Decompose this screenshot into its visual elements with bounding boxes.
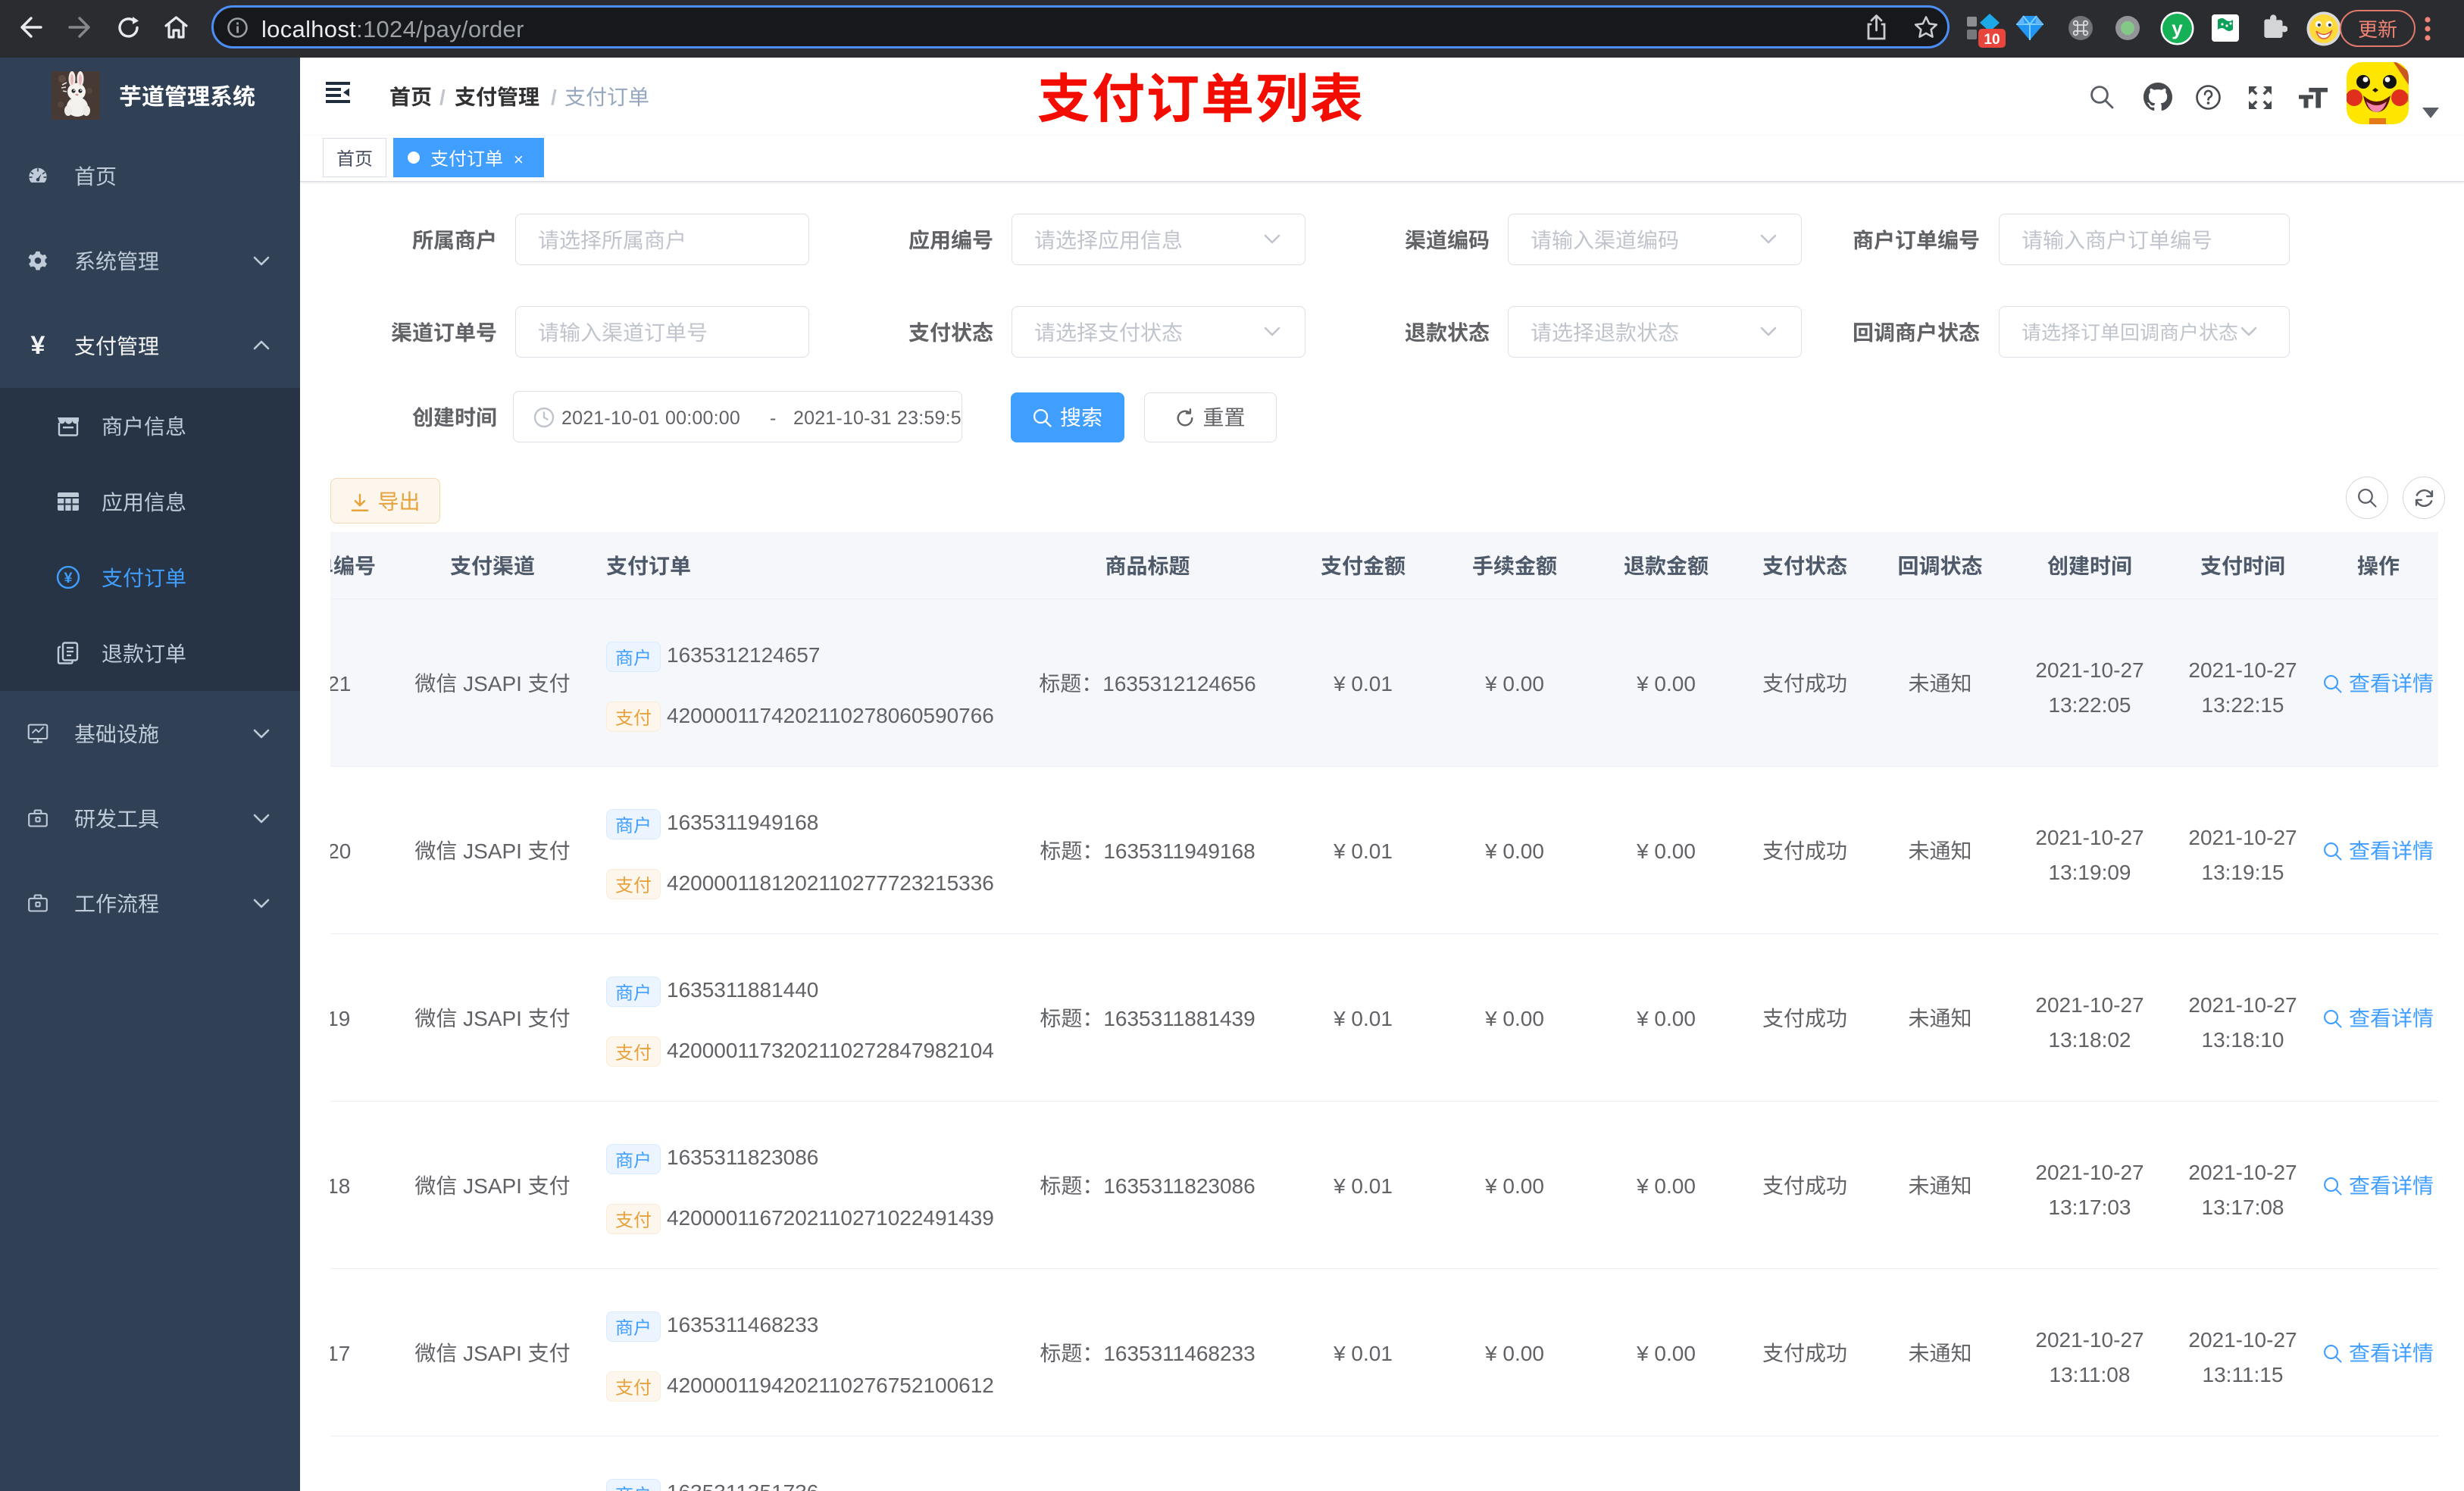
svg-text:y: y — [2172, 17, 2183, 39]
svg-text:¥: ¥ — [64, 570, 73, 586]
